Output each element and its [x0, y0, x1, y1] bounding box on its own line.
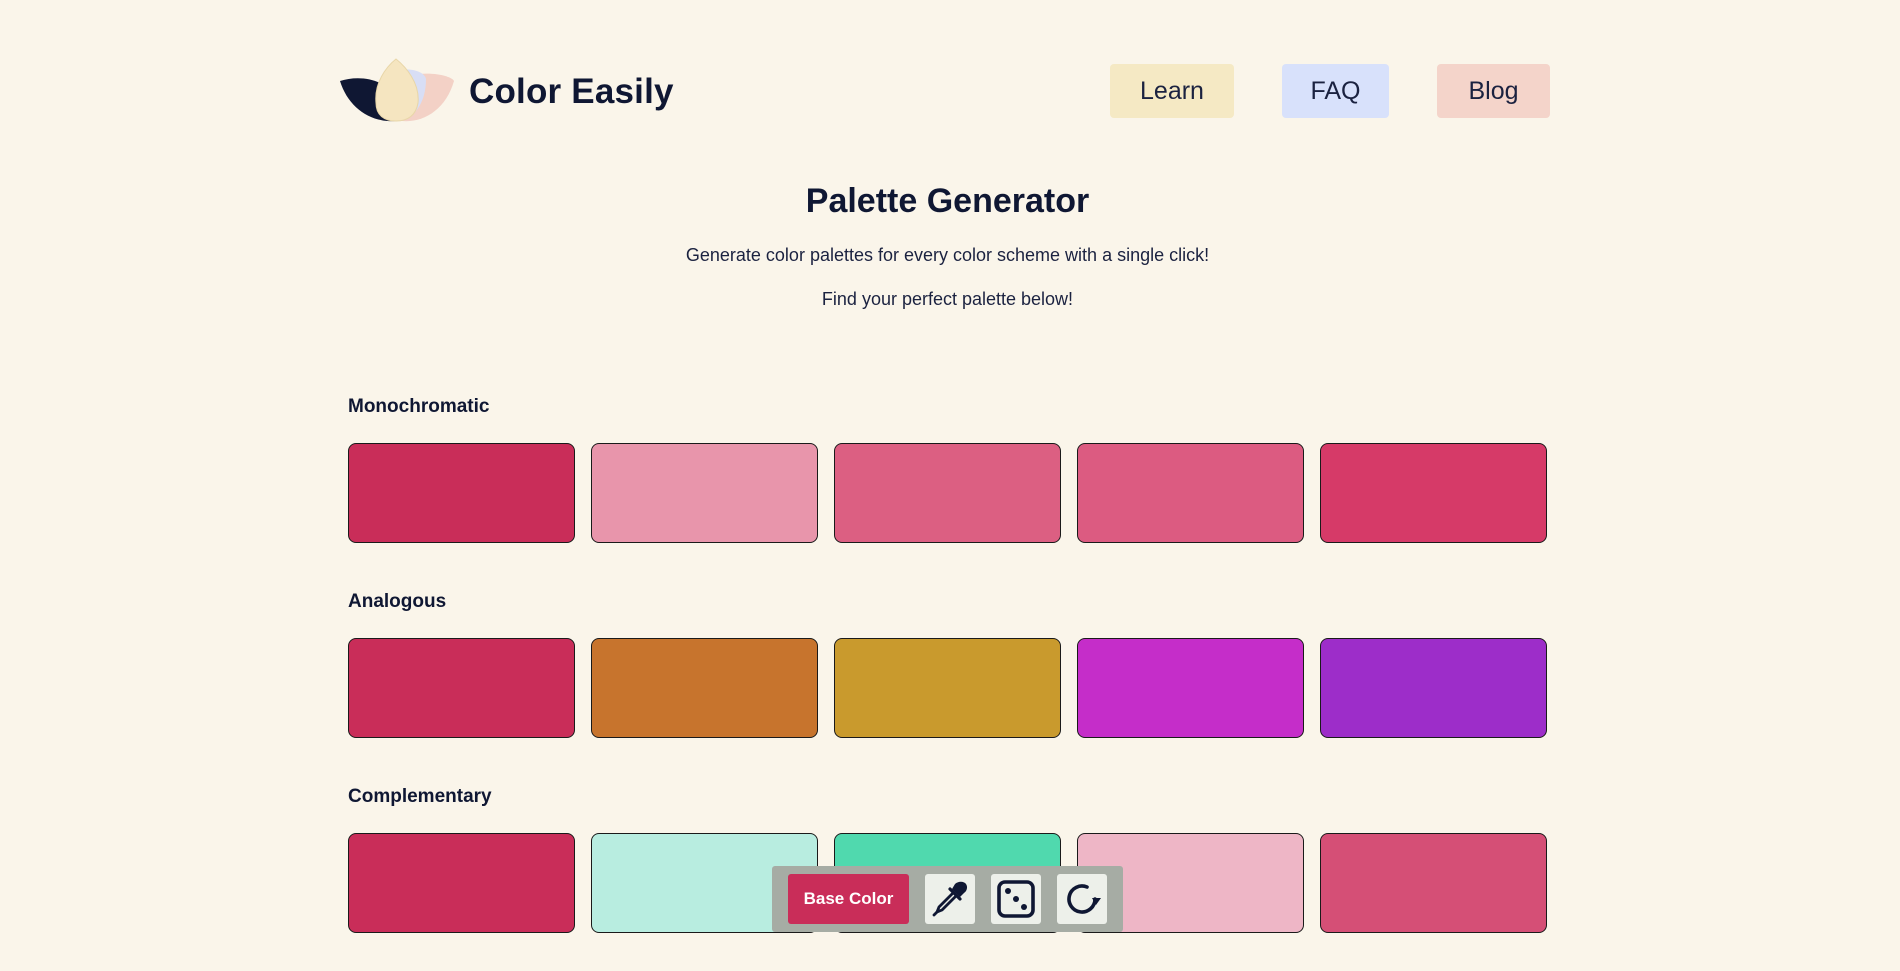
page-title: Palette Generator: [805, 182, 1090, 220]
hero: Palette Generator Generate color palette…: [0, 178, 1895, 311]
lotus-logo-icon: [340, 58, 454, 122]
dice-icon: [997, 880, 1035, 918]
nav-learn-button[interactable]: Learn: [1110, 64, 1234, 118]
color-swatch[interactable]: [834, 443, 1061, 543]
color-swatch[interactable]: [348, 833, 575, 933]
color-swatch[interactable]: [1320, 833, 1547, 933]
brand[interactable]: Color Easily: [340, 52, 674, 132]
nav-faq-button[interactable]: FAQ: [1282, 64, 1389, 118]
eyedropper-icon: [932, 881, 968, 917]
nav-blog-label: Blog: [1468, 76, 1519, 105]
palette-title-complementary: Complementary: [348, 786, 492, 807]
palette-analogous: [348, 638, 1548, 738]
refresh-button[interactable]: [1057, 874, 1107, 924]
page: Color Easily Learn FAQ Blog Palette Gene…: [0, 0, 1900, 971]
hero-description: Generate color palettes for every color …: [685, 245, 1210, 265]
color-swatch[interactable]: [591, 443, 818, 543]
color-swatch[interactable]: [348, 443, 575, 543]
nav-faq-label: FAQ: [1310, 76, 1361, 105]
hero-subdescription: Find your perfect palette below!: [821, 289, 1074, 309]
color-swatch[interactable]: [1320, 638, 1547, 738]
main-nav: Learn FAQ Blog: [1110, 64, 1550, 118]
color-swatch[interactable]: [834, 638, 1061, 738]
color-swatch[interactable]: [348, 638, 575, 738]
randomize-button[interactable]: [991, 874, 1041, 924]
brand-name: Color Easily: [469, 72, 674, 111]
color-swatch[interactable]: [1320, 443, 1547, 543]
base-color-button[interactable]: Base Color: [788, 874, 909, 924]
refresh-icon: [1067, 884, 1101, 914]
palette-monochromatic: [348, 443, 1548, 543]
eyedropper-button[interactable]: [925, 874, 975, 924]
color-swatch[interactable]: [1077, 443, 1304, 543]
palette-title-analogous: Analogous: [348, 591, 447, 612]
nav-learn-label: Learn: [1140, 76, 1204, 105]
header: Color Easily Learn FAQ Blog: [340, 52, 1550, 132]
color-swatch[interactable]: [591, 638, 818, 738]
color-swatch[interactable]: [1077, 638, 1304, 738]
palette-title-monochromatic: Monochromatic: [348, 396, 490, 417]
nav-blog-button[interactable]: Blog: [1437, 64, 1550, 118]
base-color-label: Base Color: [803, 889, 894, 908]
floating-toolbar: Base Color: [772, 866, 1123, 932]
